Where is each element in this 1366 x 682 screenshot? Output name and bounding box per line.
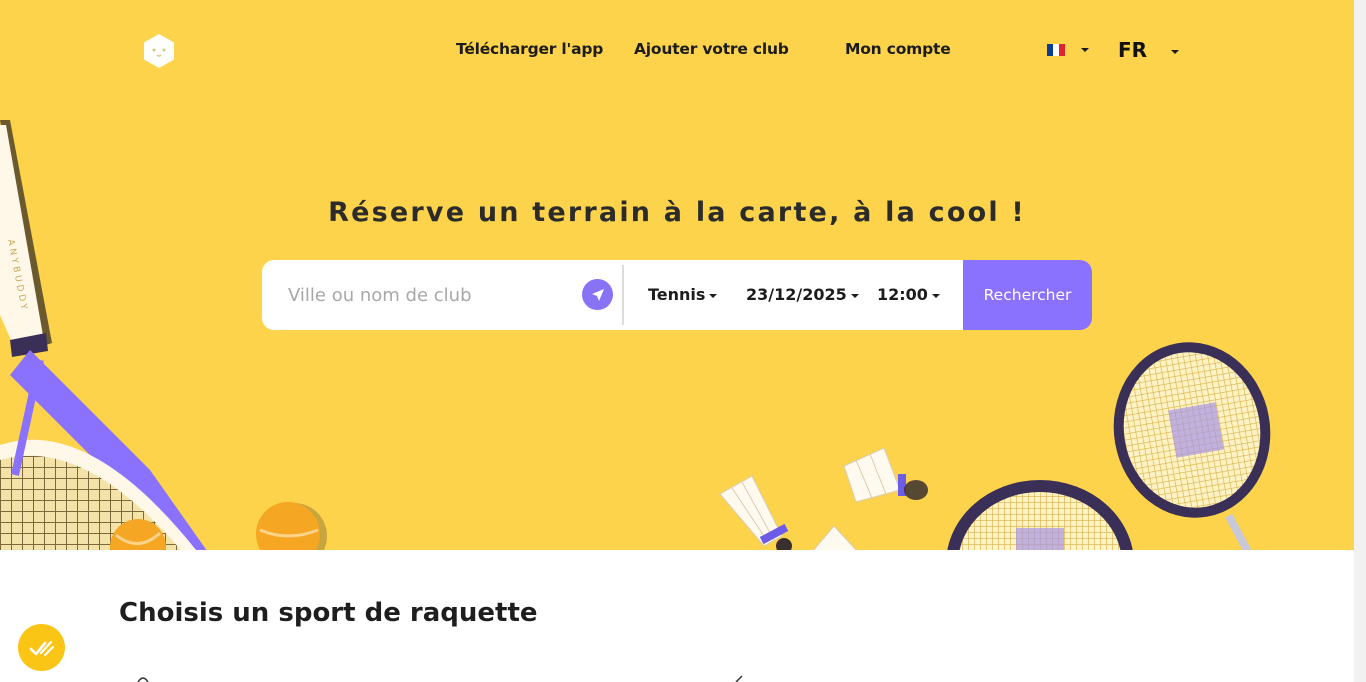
nav-download-app-link[interactable]: Télécharger l'app	[456, 40, 603, 58]
time-dropdown-value: 12:00	[877, 285, 928, 304]
tennis-ball-illustration	[256, 502, 327, 550]
date-dropdown-value: 23/12/2025	[746, 285, 847, 304]
chevron-down-icon	[850, 293, 859, 298]
sport-dropdown-value: Tennis	[648, 285, 706, 304]
chevron-down-icon	[709, 293, 718, 298]
search-bar: Tennis 23/12/2025 12:00 Rechercher	[262, 260, 1092, 330]
sport-dropdown[interactable]: Tennis	[648, 285, 718, 304]
tennis-racket-illustration: ANYBUDDY	[0, 120, 207, 550]
language-selector[interactable]: FR	[1118, 38, 1147, 62]
anybuddy-face-logo-icon[interactable]	[141, 33, 177, 69]
hero-banner: ANYBUDDY Télécharger l'app Ajouter votre…	[0, 0, 1354, 550]
search-button[interactable]: Rechercher	[963, 260, 1092, 330]
sport-card-icon	[137, 677, 149, 682]
nav-add-club-link[interactable]: Ajouter votre club	[634, 40, 789, 58]
section-title: Choisis un sport de raquette	[119, 598, 538, 628]
nav-my-account-link[interactable]: Mon compte	[845, 40, 951, 58]
france-flag-icon[interactable]	[1047, 44, 1065, 56]
tennis-ball-illustration	[110, 519, 166, 550]
date-dropdown[interactable]: 23/12/2025	[746, 285, 859, 304]
city-or-club-search-input[interactable]	[262, 260, 582, 330]
chevron-down-icon[interactable]	[1171, 50, 1179, 54]
location-arrow-icon[interactable]	[582, 279, 613, 310]
chevron-down-icon	[931, 293, 940, 298]
badminton-racket-illustration	[947, 480, 1133, 550]
chat-check-icon[interactable]	[18, 624, 65, 671]
shuttlecock-illustration	[843, 447, 928, 503]
shuttlecock-illustration	[719, 475, 792, 550]
page-scrollbar[interactable]	[1354, 0, 1366, 682]
chevron-down-icon[interactable]	[1081, 48, 1089, 52]
time-dropdown[interactable]: 12:00	[877, 285, 940, 304]
search-divider	[622, 265, 624, 325]
page-title: Réserve un terrain à la carte, à la cool…	[328, 197, 1026, 228]
sport-card-icon	[735, 675, 743, 682]
shuttlecock-illustration	[813, 525, 857, 550]
